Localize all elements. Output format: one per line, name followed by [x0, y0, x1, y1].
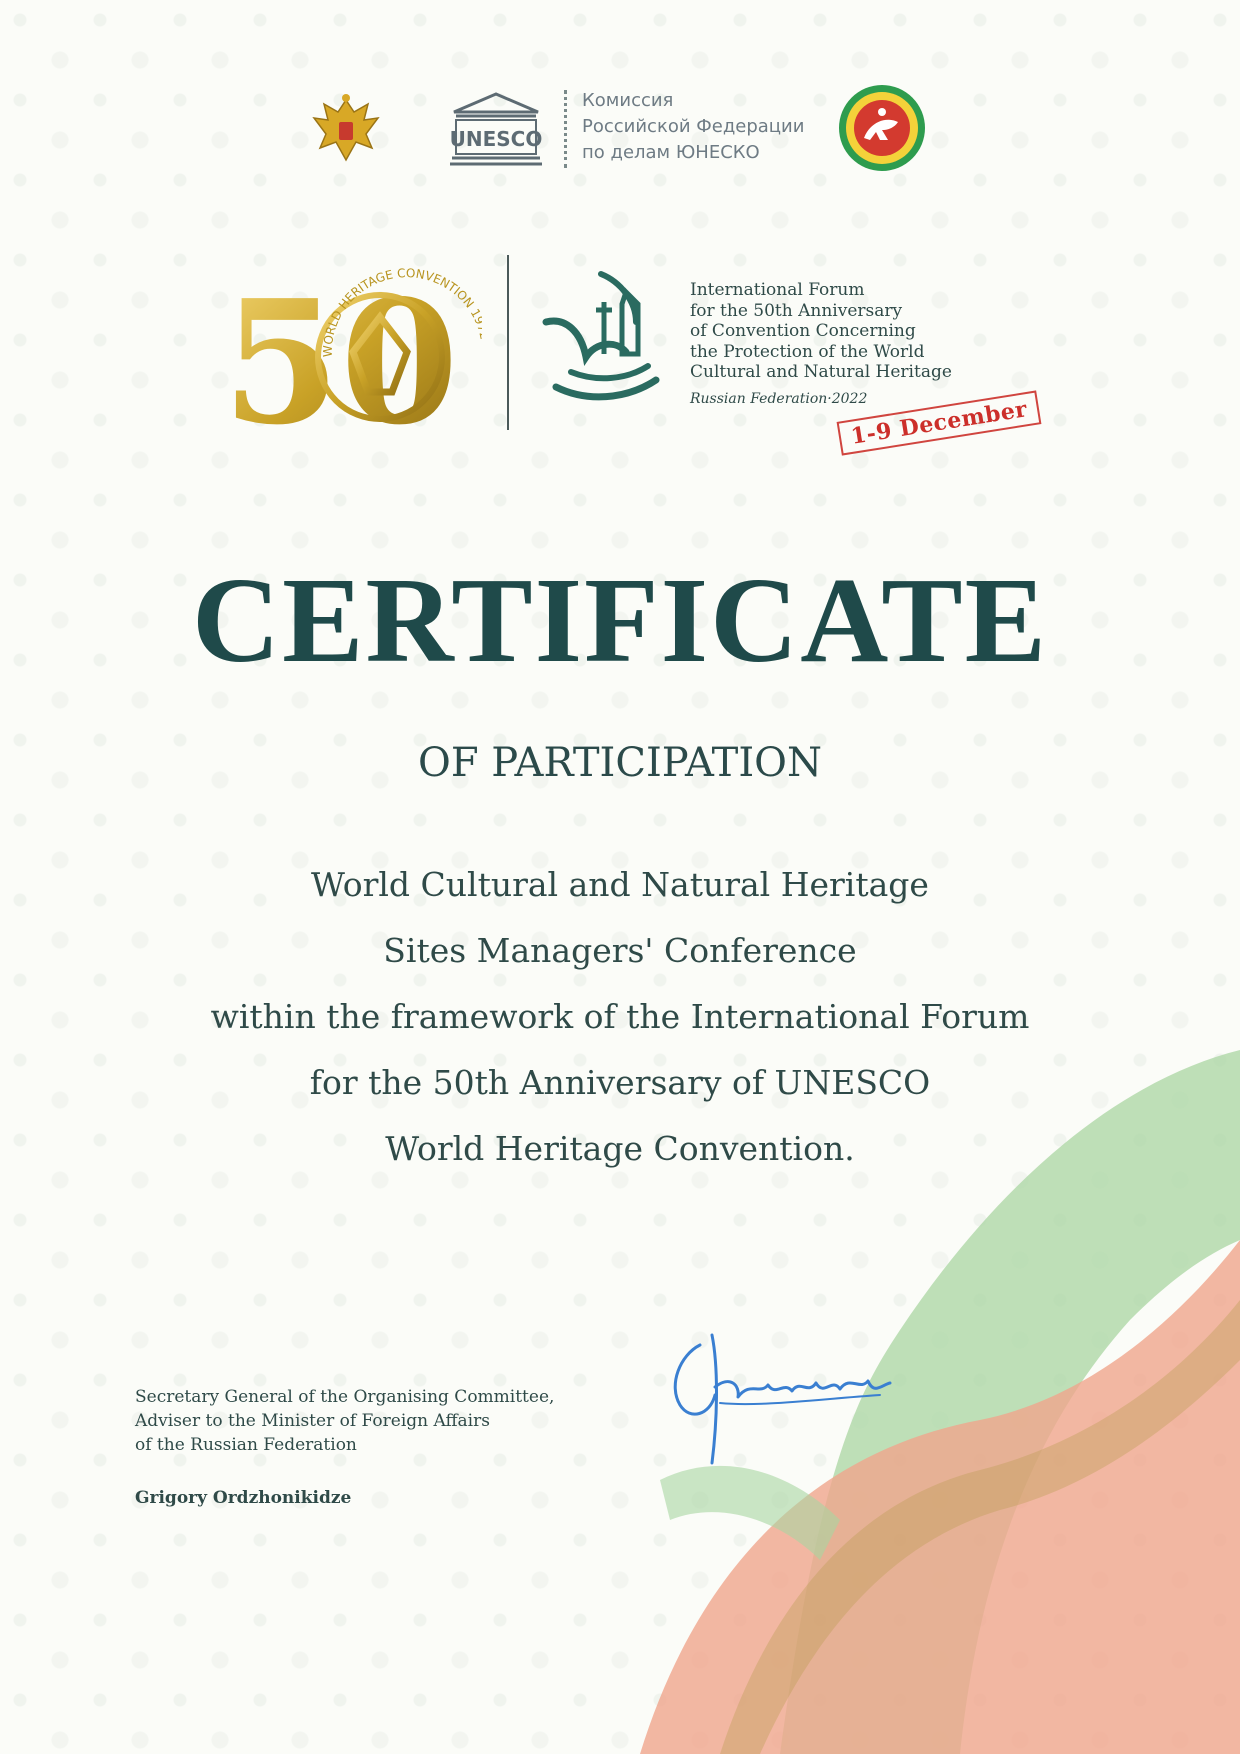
unesco-logo-text: UNESCO — [450, 127, 542, 151]
forum-title-line: Cultural and Natural Heritage — [690, 362, 952, 382]
signatory-title-line: Secretary General of the Organising Comm… — [135, 1387, 555, 1407]
forum-divider — [507, 255, 509, 430]
forum-title-line: of Convention Concerning — [690, 321, 916, 341]
certificate-subtitle: OF PARTICIPATION — [418, 740, 822, 786]
whc-logo-number: 50 — [222, 263, 459, 452]
certificate-body-line: World Heritage Convention. — [385, 1129, 855, 1168]
russian-coat-of-arms-icon — [312, 94, 380, 162]
commission-line: по делам ЮНЕСКО — [582, 142, 760, 163]
certificate-body: World Cultural and Natural Heritage Site… — [0, 852, 1240, 1182]
signature-icon — [673, 1333, 892, 1465]
forum-emblem-icon — [542, 271, 660, 401]
forum-title-line: International Forum — [690, 280, 865, 300]
signatory-title-line: of the Russian Federation — [135, 1435, 357, 1455]
unesco-divider — [564, 90, 567, 168]
certificate-body-line: within the framework of the Internationa… — [210, 997, 1030, 1036]
forum-title-line: the Protection of the World — [690, 341, 925, 362]
commission-line: Комиссия — [582, 90, 674, 111]
certificate-body-line: World Cultural and Natural Heritage — [311, 865, 929, 904]
signatory-title: Secretary General of the Organising Comm… — [135, 1385, 554, 1457]
signatory-name: Grigory Ordzhonikidze — [135, 1488, 352, 1508]
certificate-title: CERTIFICATE — [191, 553, 1049, 688]
signatory-title-line: Adviser to the Minister of Foreign Affai… — [135, 1411, 490, 1431]
whc-50-logo-icon: 50 WORLD HERITAGE CONVENTION 1972 — [222, 263, 482, 452]
commission-line: Российской Федерации — [582, 116, 805, 137]
tatarstan-emblem-icon — [839, 85, 925, 171]
forum-title-line: for the 50th Anniversary — [690, 300, 903, 321]
forum-place: Russian Federation·2022 — [690, 391, 868, 407]
unesco-logo-icon: UNESCO — [450, 92, 542, 166]
forum-title: International Forum for the 50th Anniver… — [690, 280, 990, 383]
certificate-body-line: Sites Managers' Conference — [383, 931, 857, 970]
certificate-body-line: for the 50th Anniversary of UNESCO — [309, 1063, 931, 1102]
commission-label: Комиссия Российской Федерации по делам Ю… — [582, 88, 804, 166]
